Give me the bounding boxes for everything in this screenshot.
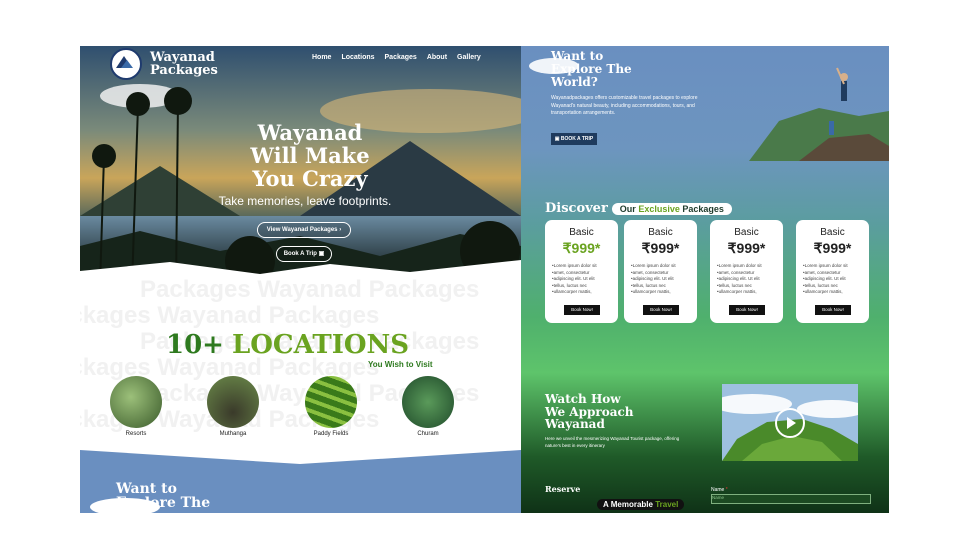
view-packages-button[interactable]: View Wayanad Packages › <box>257 222 351 238</box>
main-nav: Home Locations Packages About Gallery <box>312 54 481 61</box>
location-card-paddy-fields[interactable]: Paddy Fields <box>301 376 361 437</box>
package-title: Basic <box>648 227 673 238</box>
paddy-fields-image <box>305 376 357 428</box>
nav-about[interactable]: About <box>427 54 447 61</box>
package-feature: ullamcorper mattis, <box>631 289 697 296</box>
pill-travel: Travel <box>655 500 679 509</box>
watch-description: Here we unveil the mesmerizing Wayanad T… <box>545 436 680 448</box>
churam-image <box>402 376 454 428</box>
package-features: Lorem ipsum dolor sit amet, consectetur … <box>624 263 697 296</box>
watch-heading: Watch How We Approach Wayanad <box>545 393 634 431</box>
package-features: Lorem ipsum dolor sit amet, consectetur … <box>796 263 869 296</box>
locations-section: Packages Wayanad Packages Packages Wayan… <box>80 268 521 458</box>
name-input[interactable] <box>711 494 871 504</box>
location-card-resorts[interactable]: Resorts <box>106 376 166 437</box>
package-title: Basic <box>569 227 594 238</box>
package-card: Basic ₹999* Lorem ipsum dolor sit amet, … <box>796 220 869 323</box>
location-label: Resorts <box>125 431 147 437</box>
package-features: Lorem ipsum dolor sit amet, consectetur … <box>545 263 618 296</box>
explore-teaser-band: Want to Explore The <box>80 450 521 513</box>
hero-subtitle: Take memories, leave footprints. <box>218 194 392 208</box>
package-card: Basic ₹999* Lorem ipsum dolor sit amet, … <box>710 220 783 323</box>
package-price: ₹999* <box>562 240 601 256</box>
hero-title: Wayanad Will Make You Crazy <box>230 121 390 190</box>
pill-memorable: Memorable <box>610 500 653 509</box>
hiker-photo <box>749 67 889 161</box>
hero-section: Wayanad Packages Home Locations Packages… <box>80 46 521 286</box>
package-card: Basic ₹999* Lorem ipsum dolor sit amet, … <box>624 220 697 323</box>
package-price: ₹999* <box>727 240 766 256</box>
locations-heading: 10+ LOCATIONS <box>166 330 409 360</box>
nav-home[interactable]: Home <box>312 54 331 61</box>
watermark-text: Packages Wayanad Packages <box>80 302 380 329</box>
name-input-placeholder: Name <box>712 495 725 500</box>
locations-word: LOCATIONS <box>231 330 410 360</box>
package-features: Lorem ipsum dolor sit amet, consectetur … <box>710 263 783 296</box>
required-marker: * <box>725 487 728 493</box>
package-title: Basic <box>820 227 845 238</box>
video-thumbnail[interactable] <box>722 384 858 461</box>
book-now-button[interactable]: Book Now! <box>815 305 851 315</box>
pill-our: Our <box>619 203 636 214</box>
location-card-churam[interactable]: Churam <box>398 376 458 437</box>
package-price: ₹999* <box>813 240 852 256</box>
name-label-text: Name <box>711 487 725 493</box>
right-screenshot-panel: Want to Explore The World? Wayanadpackag… <box>521 46 889 513</box>
pill-a: A <box>603 500 609 509</box>
watch-line1: Watch How <box>545 392 621 406</box>
hero-title-line3: You Crazy <box>252 166 368 191</box>
view-packages-label: View Wayanad Packages <box>266 227 338 233</box>
hero-title-line2: Will Make <box>250 143 370 168</box>
cloud-decoration <box>90 498 160 513</box>
pill-packages: Packages <box>682 203 724 214</box>
explore-title: Want to Explore The World? <box>551 50 632 89</box>
package-feature: ullamcorper mattis, <box>552 289 618 296</box>
explore-title-line3: World? <box>551 75 598 89</box>
explore-description: Wayanadpackages offers customizable trav… <box>551 95 698 116</box>
watch-line3: Wayanad <box>545 417 605 431</box>
calendar-icon: ▣ <box>318 251 325 257</box>
package-title: Basic <box>734 227 759 238</box>
location-label: Paddy Fields <box>313 431 349 437</box>
nav-packages[interactable]: Packages <box>385 54 417 61</box>
book-trip-label: Book A Trip <box>283 251 317 257</box>
location-label: Muthanga <box>219 431 247 437</box>
name-field-label: Name * <box>711 487 728 493</box>
package-feature: ullamcorper mattis, <box>803 289 869 296</box>
package-price: ₹999* <box>641 240 680 256</box>
brand-name-line2: Packages <box>150 63 218 78</box>
package-card: Basic ₹999* Lorem ipsum dolor sit amet, … <box>545 220 618 323</box>
book-trip-button[interactable]: Book A Trip ▣ <box>276 246 332 262</box>
watermark-text: Packages Wayanad Packages <box>140 276 480 303</box>
left-screenshot-panel: Wayanad Packages Home Locations Packages… <box>80 46 521 513</box>
nav-locations[interactable]: Locations <box>341 54 374 61</box>
discover-word: Discover <box>545 201 608 216</box>
book-trip-button[interactable]: ▣ BOOK A TRIP <box>551 133 597 145</box>
location-card-muthanga[interactable]: Muthanga <box>203 376 263 437</box>
arrow-right-icon: › <box>339 227 342 233</box>
nav-gallery[interactable]: Gallery <box>457 54 481 61</box>
memorable-travel-pill: A Memorable Travel <box>597 499 685 510</box>
book-now-button[interactable]: Book Now! <box>564 305 600 315</box>
pill-exclusive: Exclusive <box>638 203 680 214</box>
discover-heading: Discover Our Exclusive Packages <box>545 201 732 216</box>
book-now-button[interactable]: Book Now! <box>729 305 765 315</box>
location-label: Churam <box>417 431 439 437</box>
brand-logo[interactable]: Wayanad Packages <box>110 48 218 80</box>
resorts-image <box>110 376 162 428</box>
brand-name: Wayanad Packages <box>150 51 218 77</box>
muthanga-image <box>207 376 259 428</box>
reserve-heading: Reserve <box>545 484 581 494</box>
hero-title-line1: Wayanad <box>257 120 363 145</box>
book-now-button[interactable]: Book Now! <box>643 305 679 315</box>
exclusive-packages-pill: Our Exclusive Packages <box>611 202 732 215</box>
locations-tagline: You Wish to Visit <box>368 360 433 369</box>
play-icon[interactable] <box>775 408 805 438</box>
book-trip-label: BOOK A TRIP <box>560 136 594 142</box>
mountain-logo-icon <box>110 48 142 80</box>
explore-teaser-line1: Want to <box>116 481 177 497</box>
locations-count: 10+ <box>166 330 224 360</box>
package-feature: ullamcorper mattis, <box>717 289 783 296</box>
